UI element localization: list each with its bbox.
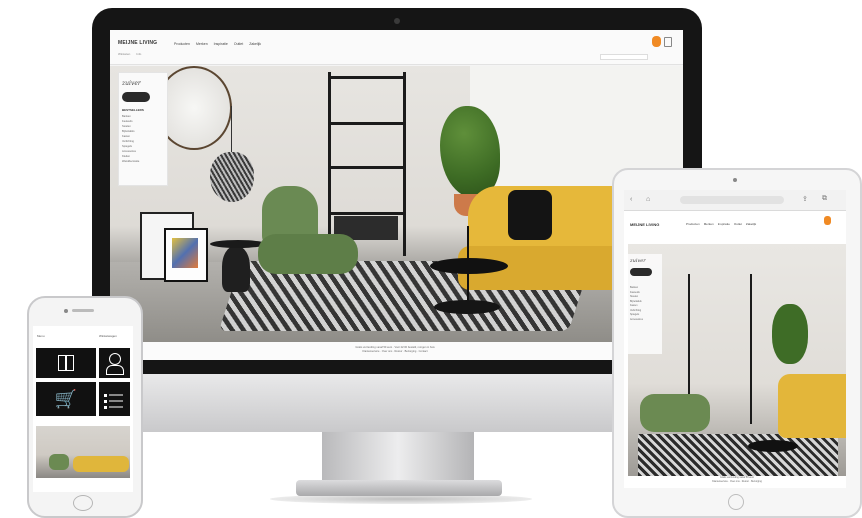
nav-item[interactable]: Outlet xyxy=(234,42,243,46)
site-nav: Producten Merken Inspiratie Outlet Zakel… xyxy=(174,42,261,46)
cart-badge[interactable] xyxy=(824,216,831,225)
shelf-board xyxy=(328,76,406,79)
nav-item[interactable]: Merken xyxy=(196,42,208,46)
site-logo[interactable]: MEIJNE LIVING xyxy=(118,40,157,46)
footer-links[interactable]: Klantenservice · Over ons · Retour · Bez… xyxy=(310,350,480,354)
camera-icon xyxy=(733,178,737,182)
site-nav: Producten Merken Inspiratie Outlet Zakel… xyxy=(686,222,756,226)
site-footer: Gratis verzending vanaf 50 euro Klantens… xyxy=(628,476,846,488)
shelf-board xyxy=(328,166,406,169)
sofa xyxy=(778,374,846,438)
nav-item[interactable]: Producten xyxy=(686,222,700,226)
cart-icon[interactable] xyxy=(664,37,672,47)
menu-link[interactable]: Menu xyxy=(37,334,45,338)
footer-links[interactable]: Klantenservice · Over ons · Retour · Bez… xyxy=(628,480,846,484)
coffee-table xyxy=(434,300,500,314)
cart-tile[interactable]: 🛒 xyxy=(36,382,96,416)
site-header xyxy=(110,30,683,65)
nav-item[interactable]: Zakelijk xyxy=(249,42,261,46)
camera-icon xyxy=(394,18,400,24)
sidebar-list: Banken Fauteuils Stoelen Bijzettafels Ka… xyxy=(122,114,139,164)
share-icon[interactable]: ⇪ xyxy=(802,195,808,203)
cart-link[interactable]: Winkelwagen xyxy=(99,334,117,338)
subnav-item[interactable]: Info xyxy=(136,52,141,56)
footer-text: Gratis verzending vanaf 50 euro · Voor 2… xyxy=(310,346,480,353)
list-bullet xyxy=(104,400,107,403)
nav-item[interactable]: Outlet xyxy=(734,222,742,226)
nav-item[interactable]: Producten xyxy=(174,42,190,46)
list-bullet xyxy=(104,394,107,397)
pendant-lamp xyxy=(210,152,254,202)
account-tile[interactable] xyxy=(99,348,130,378)
address-bar[interactable] xyxy=(680,196,784,204)
shelf-board xyxy=(328,122,406,125)
armchair-seat xyxy=(258,234,358,274)
list-line xyxy=(109,394,123,396)
nav-item[interactable]: Inspiratie xyxy=(214,42,228,46)
imac-chin xyxy=(92,374,702,432)
home-button[interactable] xyxy=(73,495,93,511)
nav-item[interactable]: Merken xyxy=(704,222,714,226)
sofa xyxy=(73,456,129,472)
tabs-icon[interactable]: ⧉ xyxy=(822,195,827,203)
hero-image[interactable] xyxy=(110,66,683,342)
side-table-base xyxy=(222,246,250,292)
cart-badge[interactable] xyxy=(652,36,661,47)
phone-speaker xyxy=(72,309,94,312)
subnav-item[interactable]: Winkelen xyxy=(118,52,130,56)
book-spine xyxy=(65,355,67,370)
plant xyxy=(440,106,500,198)
sidebar-item[interactable]: Accessoires xyxy=(630,318,643,323)
list-bullet xyxy=(104,406,107,409)
coffee-table xyxy=(748,440,798,452)
tablet-screen: ‹ ⌂ ⇪ ⧉ MEIJNE LIVING Producten Merken I… xyxy=(624,190,846,488)
armchair xyxy=(640,394,710,432)
user-icon-body xyxy=(106,365,124,375)
sidebar-heading: BESTSELLERS xyxy=(122,108,144,112)
brand-badge[interactable] xyxy=(122,92,150,102)
site-logo[interactable]: MEIJNE LIVING xyxy=(630,222,659,227)
site-subnav: Winkelen Info xyxy=(118,52,141,56)
bookmark-icon[interactable]: ⌂ xyxy=(646,196,650,203)
lamp-cord xyxy=(231,106,232,154)
brand-script-logo[interactable]: zuiver xyxy=(630,258,646,264)
home-button[interactable] xyxy=(728,494,744,510)
brand-badge[interactable] xyxy=(630,268,652,276)
sidebar-item[interactable]: Wanddecoratie xyxy=(122,159,139,164)
imac-base xyxy=(296,480,502,496)
framed-art xyxy=(172,238,198,268)
catalog-tile[interactable] xyxy=(36,348,96,378)
nav-item[interactable]: Inspiratie xyxy=(718,222,730,226)
brand-script-logo[interactable]: zuiver xyxy=(122,80,141,87)
shopping-cart-icon: 🛒 xyxy=(54,389,78,409)
rug xyxy=(638,434,838,476)
phone-topbar: Menu Winkelwagen xyxy=(33,326,133,344)
imac-stand xyxy=(322,432,474,484)
shelf-board xyxy=(328,212,406,215)
sofa-cushion xyxy=(508,190,552,240)
armchair xyxy=(49,454,69,470)
user-icon xyxy=(109,353,121,365)
list-line xyxy=(109,400,123,402)
list-tile[interactable] xyxy=(99,382,130,416)
search-input[interactable] xyxy=(600,54,648,60)
coffee-table xyxy=(430,258,508,274)
plant xyxy=(772,304,808,364)
imac-screen: MEIJNE LIVING Producten Merken Inspirati… xyxy=(110,30,683,360)
camera-icon xyxy=(64,309,68,313)
phone-screen: Menu Winkelwagen 🛒 xyxy=(33,326,133,492)
sidebar-list: Banken Fauteuils Stoelen Bijzettafels Ka… xyxy=(630,286,643,322)
back-icon[interactable]: ‹ xyxy=(630,196,632,203)
list-line xyxy=(109,406,123,408)
nav-item[interactable]: Zakelijk xyxy=(746,222,756,226)
